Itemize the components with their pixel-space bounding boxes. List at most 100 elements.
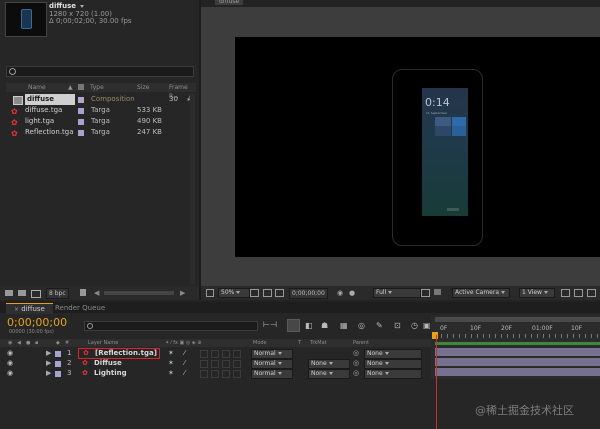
fast-previews-icon[interactable]: [574, 289, 583, 297]
expand-triangle-icon[interactable]: ▶: [46, 349, 51, 358]
layer-duration-bar[interactable]: [435, 348, 600, 356]
parent-select[interactable]: None: [364, 369, 422, 379]
switch-box[interactable]: [222, 350, 230, 358]
switch-box[interactable]: [233, 350, 241, 358]
viewer-timecode[interactable]: 0;00;00;00: [289, 288, 328, 299]
col-trkmat[interactable]: TrkMat: [310, 339, 327, 347]
quality-switch-icon[interactable]: ⁄: [184, 369, 185, 378]
layer-row[interactable]: ◉ ▶ 1 ✿ [Reflection.tga] ✶ ⁄ Normal ◎ None: [0, 348, 431, 359]
shy-switch-icon[interactable]: ✶: [168, 369, 174, 378]
motion-blur-icon[interactable]: ◎: [358, 321, 365, 330]
shy-switch-icon[interactable]: ✶: [168, 359, 174, 368]
mode-select[interactable]: Normal: [251, 369, 293, 379]
show-snapshot-icon[interactable]: ●: [349, 289, 355, 297]
quality-switch-icon[interactable]: ⁄: [184, 349, 185, 358]
col-mode[interactable]: Mode: [253, 339, 267, 347]
switch-box[interactable]: [233, 370, 241, 378]
eye-icon[interactable]: ◉: [7, 349, 13, 358]
resolution-select[interactable]: Full: [373, 288, 421, 298]
new-folder-icon[interactable]: [18, 290, 26, 296]
stopwatch-icon[interactable]: ◷: [411, 321, 418, 330]
project-item[interactable]: ✿ Reflection.tga Targa 247 KB: [6, 127, 196, 138]
bpc-button[interactable]: 8 bpc: [46, 288, 69, 299]
project-item[interactable]: ✿ light.tga Targa 490 KB: [6, 116, 196, 127]
layer-row[interactable]: ◉ ▶ 2 ✿ Diffuse ✶ ⁄ Normal None ◎ None: [0, 359, 431, 369]
layer-name-box[interactable]: ✿ Diffuse: [78, 359, 158, 368]
hide-shy-layers-icon[interactable]: ☗: [321, 321, 328, 330]
layer-name-box[interactable]: ✿ Lighting: [78, 369, 158, 378]
project-hscrollbar[interactable]: [104, 291, 174, 295]
pickwhip-icon[interactable]: ◎: [353, 369, 359, 378]
camera-select[interactable]: Active Camera: [452, 288, 510, 298]
project-item[interactable]: diffuse Composition 30 ⁂: [6, 94, 196, 105]
switch-box[interactable]: [211, 350, 219, 358]
switch-box[interactable]: [200, 360, 208, 368]
scroll-left-icon[interactable]: ◀: [94, 289, 99, 297]
interpret-footage-icon[interactable]: [5, 290, 13, 296]
pickwhip-icon[interactable]: ◎: [353, 349, 359, 358]
layer-duration-bar[interactable]: [435, 368, 600, 376]
scroll-right-icon[interactable]: ▶: [180, 289, 185, 297]
preview-icon[interactable]: [206, 289, 214, 297]
trkmat-select[interactable]: None: [308, 369, 350, 379]
layer-label-color[interactable]: [55, 371, 61, 377]
views-select[interactable]: 1 View: [519, 288, 555, 298]
mask-icon[interactable]: [275, 289, 284, 297]
tab-diffuse[interactable]: diffuse: [215, 0, 244, 5]
toggle-pixel-aspect-icon[interactable]: [561, 289, 570, 297]
expand-triangle-icon[interactable]: ▶: [46, 369, 51, 378]
eye-icon[interactable]: ◉: [7, 369, 13, 378]
label-col-icon[interactable]: [78, 84, 84, 90]
flowchart-view-icon[interactable]: [587, 289, 596, 297]
project-search-input[interactable]: [6, 66, 194, 77]
switch-box[interactable]: [222, 370, 230, 378]
graph-editor-icon[interactable]: ⊡: [394, 321, 401, 330]
comp-mini-flowchart-icon[interactable]: ⊢⊣: [263, 320, 277, 329]
quality-switch-icon[interactable]: ⁄: [184, 359, 185, 368]
grid-icon[interactable]: [263, 289, 272, 297]
region-of-interest-icon[interactable]: [421, 289, 430, 297]
shy-switch-icon[interactable]: ✶: [168, 349, 174, 358]
col-layer-name[interactable]: Layer Name: [88, 339, 118, 347]
project-item[interactable]: ✿ diffuse.tga Targa 533 KB: [6, 105, 196, 116]
current-time-display[interactable]: 0;00;00;00: [7, 316, 67, 329]
mode-select[interactable]: Normal: [251, 349, 293, 359]
timeline-search-input[interactable]: [84, 321, 258, 331]
col-parent[interactable]: Parent: [353, 339, 369, 347]
graph-icon[interactable]: ▣: [423, 321, 431, 330]
item-menu-icon[interactable]: [80, 4, 85, 8]
switch-box[interactable]: [200, 350, 208, 358]
mode-select[interactable]: Normal: [251, 359, 293, 369]
layer-name-box[interactable]: ✿ [Reflection.tga]: [78, 348, 160, 359]
trkmat-select[interactable]: None: [308, 359, 350, 369]
switch-box[interactable]: [211, 370, 219, 378]
snapshot-icon[interactable]: ◉: [337, 289, 343, 297]
tab-close-icon[interactable]: ×: [14, 306, 19, 313]
layer-label-color[interactable]: [55, 361, 61, 367]
switch-box[interactable]: [233, 360, 241, 368]
project-vscrollbar[interactable]: [190, 94, 195, 284]
transparency-grid-icon[interactable]: [434, 289, 441, 295]
expand-triangle-icon[interactable]: ▶: [46, 359, 51, 368]
switch-box[interactable]: [200, 370, 208, 378]
draft-3d-icon[interactable]: ◧: [305, 321, 313, 330]
brainstorm-icon[interactable]: ✎: [376, 321, 383, 330]
eye-icon[interactable]: ◉: [7, 359, 13, 368]
tab-diffuse-timeline[interactable]: × diffuse: [6, 303, 53, 314]
live-update-icon[interactable]: [287, 319, 300, 332]
col-name[interactable]: Name: [28, 83, 46, 92]
safe-area-icon[interactable]: [250, 289, 259, 297]
layer-duration-bar[interactable]: [435, 358, 600, 366]
playhead-handle[interactable]: [432, 332, 438, 339]
frame-blending-icon[interactable]: ▦: [340, 321, 348, 330]
pickwhip-icon[interactable]: ◎: [353, 359, 359, 368]
layer-row[interactable]: ◉ ▶ 3 ✿ Lighting ✶ ⁄ Normal None ◎ None: [0, 369, 431, 379]
zoom-select[interactable]: 50%: [218, 288, 250, 298]
trash-icon[interactable]: [80, 289, 86, 296]
switch-box[interactable]: [222, 360, 230, 368]
work-area-bar[interactable]: [435, 317, 600, 322]
switch-box[interactable]: [211, 360, 219, 368]
parent-select[interactable]: None: [364, 349, 422, 359]
col-size[interactable]: Size: [137, 83, 149, 92]
time-ruler[interactable]: 0F 10F 20F 01:00F 10F: [431, 315, 600, 347]
